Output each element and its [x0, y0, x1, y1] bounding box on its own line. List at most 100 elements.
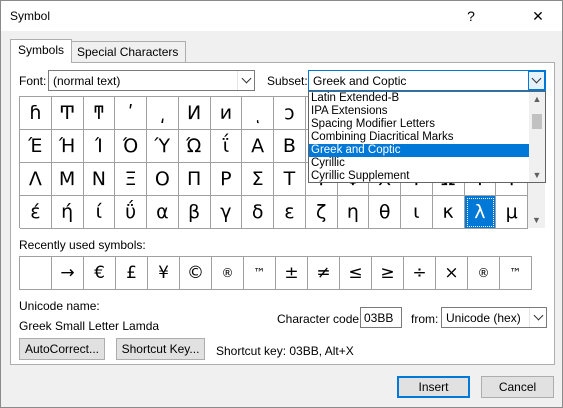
symbol-cell[interactable]: Λ — [20, 163, 52, 196]
unicode-name-label: Unicode name: — [19, 299, 100, 313]
recent-symbol-cell[interactable]: ® — [212, 257, 244, 290]
symbol-cell[interactable]: Τ — [274, 163, 306, 196]
subset-select-value: Greek and Coptic — [313, 74, 407, 88]
recent-symbol-cell[interactable] — [20, 257, 52, 290]
symbol-cell[interactable]: κ — [432, 196, 465, 229]
symbol-cell[interactable]: Ώ — [178, 130, 211, 163]
recent-symbol-cell[interactable]: ± — [276, 257, 308, 290]
subset-option[interactable]: Greek and Coptic — [309, 144, 530, 157]
symbol-cell[interactable]: ͷ — [210, 97, 243, 130]
subset-option[interactable]: Latin Extended-B — [309, 92, 530, 105]
subset-label: Subset: — [267, 74, 308, 88]
symbol-cell[interactable]: Σ — [242, 163, 274, 196]
chevron-down-icon — [241, 73, 251, 84]
symbol-cell[interactable]: έ — [20, 196, 52, 229]
symbol-cell[interactable]: Ν — [83, 163, 116, 196]
from-label: from: — [411, 312, 439, 326]
shortcut-key-text: Shortcut key: 03BB, Alt+X — [216, 344, 354, 358]
insert-button[interactable]: Insert — [397, 376, 470, 398]
font-label: Font: — [19, 74, 47, 88]
symbol-cell[interactable]: ί — [83, 196, 116, 229]
symbol-cell[interactable]: β — [178, 196, 211, 229]
symbol-cell[interactable]: ΐ — [210, 130, 243, 163]
symbol-cell[interactable]: θ — [369, 196, 401, 229]
scroll-up-icon[interactable]: ▲ — [529, 92, 545, 106]
recent-symbols-label: Recently used symbols: — [19, 238, 146, 252]
recent-symbol-cell[interactable]: ≠ — [308, 257, 340, 290]
recent-symbol-cell[interactable]: ® — [468, 257, 500, 290]
autocorrect-button[interactable]: AutoCorrect... — [19, 338, 105, 360]
symbol-cell[interactable]: ͻ — [274, 97, 306, 130]
symbol-cell[interactable]: λ — [464, 196, 497, 229]
tab-symbols[interactable]: Symbols — [10, 39, 73, 63]
recent-symbol-cell[interactable]: © — [180, 257, 212, 290]
recent-symbol-cell[interactable]: × — [436, 257, 468, 290]
symbol-cell[interactable]: ΰ — [115, 196, 147, 229]
symbol-cell[interactable]: γ — [210, 196, 243, 229]
cancel-button[interactable]: Cancel — [481, 376, 554, 398]
recent-symbol-cell[interactable]: ≤ — [340, 257, 372, 290]
tab-special-characters[interactable]: Special Characters — [69, 41, 187, 63]
symbol-cell[interactable]: ή — [51, 196, 84, 229]
symbol-cell[interactable]: Ͷ — [178, 97, 211, 130]
scroll-thumb[interactable] — [532, 114, 542, 129]
scroll-down-icon[interactable]: ▼ — [529, 168, 545, 182]
font-select[interactable]: (normal text) — [48, 70, 255, 91]
subset-option[interactable]: IPA Extensions — [309, 105, 530, 118]
close-button[interactable]: ✕ — [516, 1, 560, 31]
subset-select[interactable]: Greek and Coptic — [308, 70, 546, 91]
symbol-cell[interactable]: Α — [242, 130, 274, 163]
symbol-cell[interactable]: ʹ — [115, 97, 147, 130]
scroll-down-icon[interactable]: ▼ — [528, 211, 545, 228]
shortcut-key-button[interactable]: Shortcut Key... — [116, 338, 205, 360]
recent-symbol-cell[interactable]: ™ — [244, 257, 276, 290]
symbol-cell[interactable]: δ — [242, 196, 274, 229]
symbol-cell[interactable]: Π — [178, 163, 211, 196]
symbol-cell[interactable]: Μ — [51, 163, 84, 196]
character-code-input[interactable]: 03BB — [360, 307, 402, 328]
symbol-cell[interactable]: Ξ — [115, 163, 147, 196]
symbol-cell[interactable]: ͺ — [242, 97, 274, 130]
symbol-cell[interactable]: ε — [274, 196, 306, 229]
recent-symbol-cell[interactable]: ≥ — [372, 257, 404, 290]
symbol-cell[interactable]: Ί — [83, 130, 116, 163]
symbol-cell[interactable]: ι — [401, 196, 433, 229]
symbol-cell[interactable]: ζ — [305, 196, 338, 229]
recent-symbol-cell[interactable]: ™ — [500, 257, 532, 290]
recent-symbol-cell[interactable]: → — [52, 257, 84, 290]
symbol-cell[interactable]: Ρ — [210, 163, 243, 196]
from-select[interactable]: Unicode (hex) — [441, 307, 547, 328]
symbol-cell[interactable]: Ύ — [147, 130, 179, 163]
symbol-cell[interactable]: ɦ — [20, 97, 52, 130]
chevron-down-icon — [533, 310, 543, 321]
help-button[interactable]: ? — [449, 1, 493, 31]
dialog-title: Symbol — [10, 9, 51, 23]
symbol-cell[interactable]: ͵ — [147, 97, 179, 130]
from-select-value: Unicode (hex) — [446, 311, 521, 325]
subset-option[interactable]: Cyrillic — [309, 157, 530, 170]
chevron-down-icon — [531, 73, 542, 84]
symbol-cell[interactable]: η — [337, 196, 370, 229]
symbol-cell[interactable]: ͳ — [83, 97, 116, 130]
character-code-value: 03BB — [364, 311, 394, 325]
from-dropdown-arrow[interactable] — [529, 308, 546, 327]
subset-option[interactable]: Combining Diacritical Marks — [309, 131, 530, 144]
symbol-cell[interactable]: Β — [274, 130, 306, 163]
recent-symbols-grid: → € £ ¥ © ® ™ ± ≠ ≤ ≥ ÷ × ® ™ — [19, 256, 532, 290]
subset-dropdown-scrollbar[interactable]: ▲ ▼ — [529, 92, 545, 182]
symbol-cell[interactable]: Έ — [20, 130, 52, 163]
subset-dropdown-arrow[interactable] — [528, 71, 545, 90]
recent-symbol-cell[interactable]: € — [84, 257, 116, 290]
symbol-cell[interactable]: Ή — [51, 130, 84, 163]
subset-option[interactable]: Spacing Modifier Letters — [309, 118, 530, 131]
recent-symbol-cell[interactable]: ÷ — [404, 257, 436, 290]
symbol-cell[interactable]: α — [147, 196, 179, 229]
symbol-cell[interactable]: Ό — [115, 130, 147, 163]
symbol-cell[interactable]: μ — [496, 196, 528, 229]
subset-option[interactable]: Cyrillic Supplement — [309, 170, 530, 183]
recent-symbol-cell[interactable]: £ — [116, 257, 148, 290]
symbol-cell[interactable]: Ͳ — [51, 97, 84, 130]
font-dropdown-arrow[interactable] — [237, 71, 254, 90]
recent-symbol-cell[interactable]: ¥ — [148, 257, 180, 290]
symbol-cell[interactable]: Ο — [147, 163, 179, 196]
